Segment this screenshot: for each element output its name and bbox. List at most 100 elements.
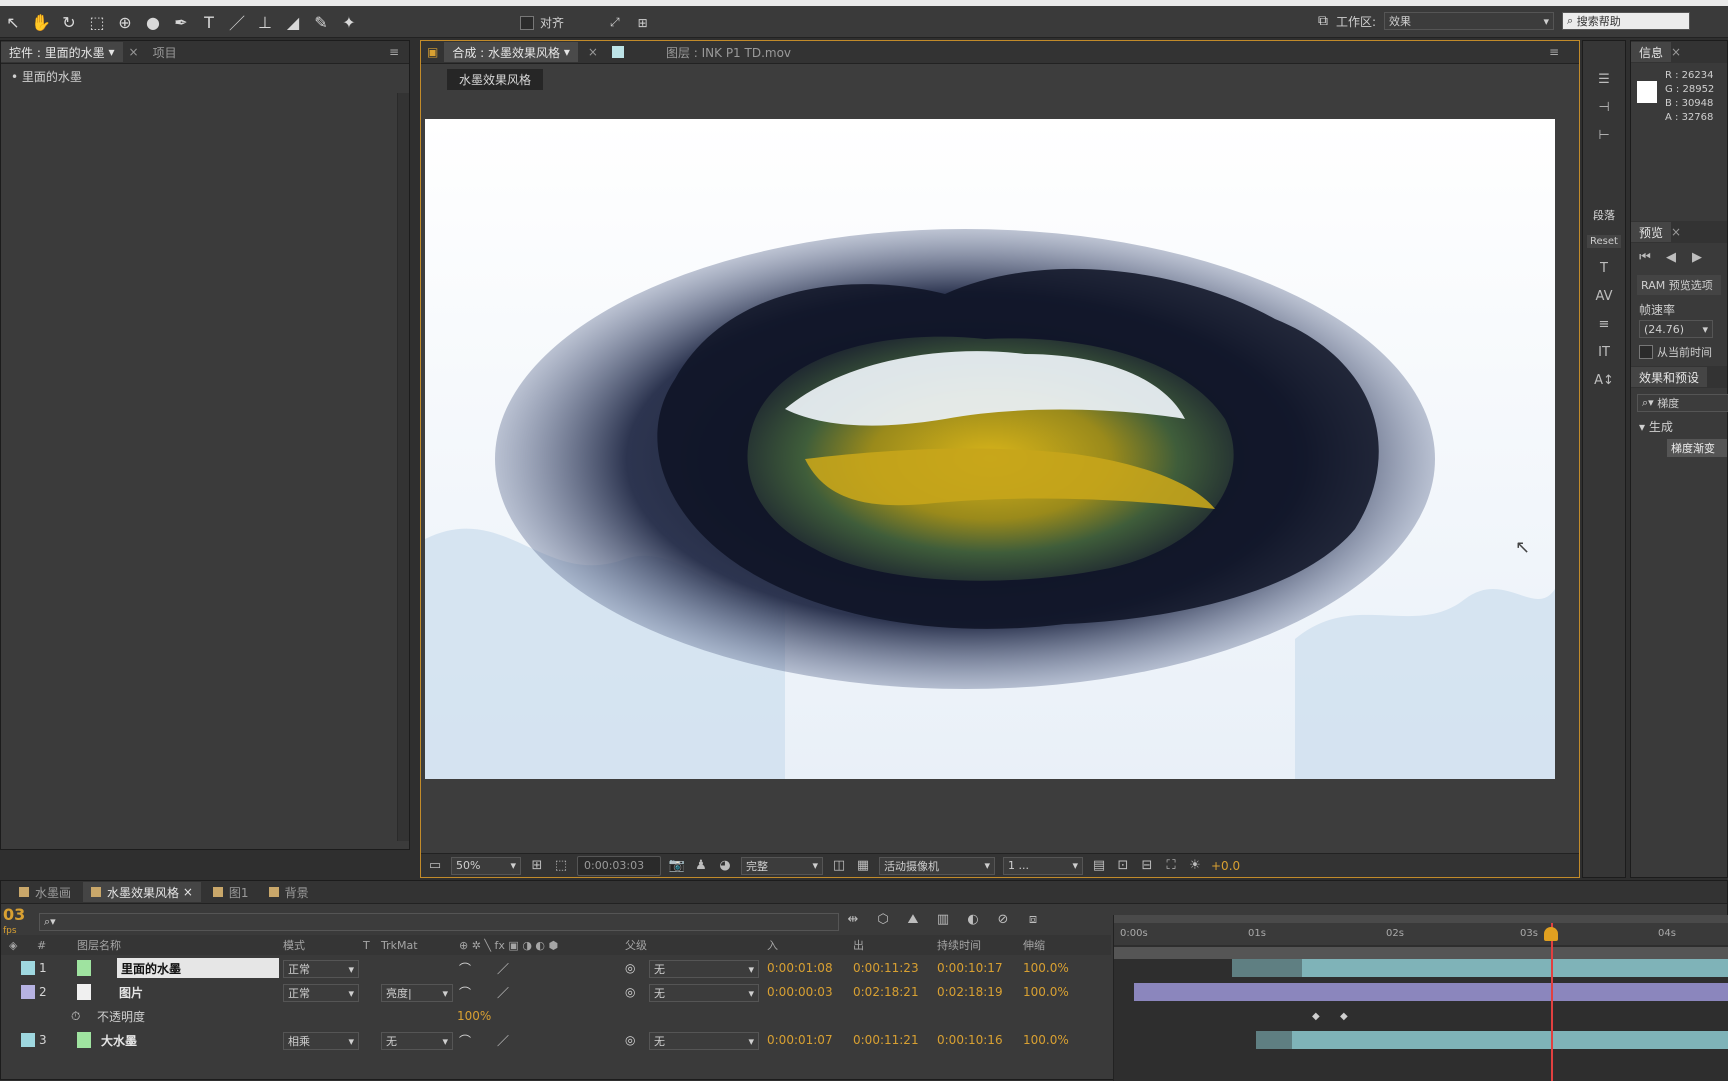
- layer-mode-select[interactable]: 正常 ▾: [283, 984, 359, 1002]
- views-select[interactable]: 1 ... ▾: [1003, 856, 1083, 875]
- current-time-handle-icon[interactable]: [1544, 927, 1558, 941]
- reset-button[interactable]: Reset: [1587, 235, 1621, 248]
- composition-mini-flowchart-icon[interactable]: ⇹: [845, 911, 861, 927]
- layer-stretch[interactable]: 100.0%: [1023, 957, 1069, 979]
- pan-behind-tool-icon[interactable]: ⊕: [114, 11, 136, 33]
- safe-zones-icon[interactable]: ⊞: [529, 858, 545, 874]
- comp-name-badge[interactable]: 水墨效果风格: [447, 69, 544, 90]
- exposure-value[interactable]: +0.0: [1211, 859, 1240, 873]
- layer-name[interactable]: 大水墨: [101, 1029, 137, 1051]
- exposure-icon[interactable]: ☀: [1187, 858, 1203, 874]
- snap-align-icon[interactable]: ⤢: [610, 15, 620, 30]
- workspace-select[interactable]: 效果 ▾: [1384, 12, 1555, 30]
- tab-effect-controls[interactable]: 控件 : 里面的水墨 ▾: [1, 42, 123, 62]
- ram-preview-options[interactable]: RAM 预览选项: [1637, 275, 1721, 295]
- work-area-bar[interactable]: [1114, 947, 1728, 959]
- tab-project[interactable]: 项目: [145, 42, 185, 62]
- parent-select[interactable]: 无 ▾: [649, 1032, 759, 1050]
- parent-select[interactable]: 无 ▾: [649, 984, 759, 1002]
- trkmat-select[interactable]: 无 ▾: [381, 1032, 453, 1050]
- tab-info[interactable]: 信息: [1631, 42, 1672, 62]
- snap-grid-icon[interactable]: ⊞: [638, 16, 648, 30]
- distribute-icon[interactable]: ⊣: [1596, 99, 1612, 115]
- close-icon[interactable]: ×: [129, 45, 139, 59]
- transparency-grid-icon[interactable]: ▦: [855, 858, 871, 874]
- snap-checkbox[interactable]: [520, 15, 534, 30]
- layer-row-1[interactable]: 1 里面的水墨 正常 ▾ ⌒ ／ ◎ 无 ▾ 0:00:01:08 0:00:11:…: [1, 957, 1111, 979]
- current-time-indicator[interactable]: [1551, 923, 1553, 1081]
- layer-in[interactable]: 0:00:00:03: [767, 981, 833, 1003]
- prev-frame-icon[interactable]: ◀: [1663, 249, 1679, 265]
- color-channels-icon[interactable]: ◕: [717, 858, 733, 874]
- parent-select[interactable]: 无 ▾: [649, 960, 759, 978]
- close-icon[interactable]: ×: [588, 45, 598, 59]
- layer-bar-2[interactable]: [1134, 983, 1728, 1001]
- effect-item-gradient-ramp[interactable]: 梯度渐变: [1667, 439, 1727, 457]
- switch-shy-icon[interactable]: ⌒: [459, 1029, 471, 1051]
- line-spacing-icon[interactable]: ≡: [1596, 316, 1612, 332]
- hand-tool-icon[interactable]: ✋: [30, 11, 52, 33]
- switch-quality-icon[interactable]: ／: [497, 957, 509, 979]
- text-size-icon[interactable]: T: [1596, 260, 1612, 276]
- layer-bar-3[interactable]: [1256, 1031, 1728, 1049]
- layer-stretch[interactable]: 100.0%: [1023, 981, 1069, 1003]
- layer-row-2[interactable]: 2 图片 正常 ▾ 亮度| ▾ ⌒ ／ ◎ 无 ▾ 0:00:00:03 0:02:1…: [1, 981, 1111, 1003]
- zoom-select[interactable]: 50% ▾: [451, 856, 521, 875]
- show-snapshot-icon[interactable]: ♟: [693, 858, 709, 874]
- switch-shy-icon[interactable]: ⌒: [459, 981, 471, 1003]
- time-graph[interactable]: 0:00s 01s 02s 03s 04s ◆ ◆: [1113, 915, 1728, 1081]
- tab-timeline-1[interactable]: 水墨效果风格 ×: [83, 882, 201, 902]
- search-help-field[interactable]: ⌕ 搜索帮助: [1562, 12, 1691, 30]
- draft-3d-icon[interactable]: ⬡: [875, 911, 891, 927]
- tab-timeline-2[interactable]: 图1: [205, 882, 257, 902]
- toggle-pixel-aspect-icon[interactable]: ▤: [1091, 858, 1107, 874]
- layer-name[interactable]: 图片: [119, 981, 143, 1003]
- layer-stretch[interactable]: 100.0%: [1023, 1029, 1069, 1051]
- paragraph-label[interactable]: 段落: [1593, 207, 1615, 223]
- layer-out[interactable]: 0:02:18:21: [853, 981, 919, 1003]
- switch-quality-icon[interactable]: ／: [497, 1029, 509, 1051]
- tab-effects-presets[interactable]: 效果和预设: [1631, 367, 1708, 387]
- effect-controls-scrollbar[interactable]: [397, 93, 409, 841]
- from-current-time-checkbox[interactable]: [1639, 345, 1653, 359]
- close-icon[interactable]: ×: [1671, 225, 1681, 239]
- timeline-search-field[interactable]: ⌕▾: [39, 913, 839, 931]
- generate-group[interactable]: ▾ 生成: [1639, 418, 1719, 435]
- mask-visibility-icon[interactable]: ⬚: [553, 858, 569, 874]
- camera-select[interactable]: 活动摄像机 ▾: [879, 856, 995, 875]
- parent-pickwhip-icon[interactable]: ◎: [625, 957, 635, 979]
- keyframe-diamond-2[interactable]: ◆: [1340, 1011, 1348, 1022]
- layer-row-3[interactable]: 3 大水墨 相乘 ▾ 无 ▾ ⌒ ／ ◎ 无 ▾ 0:00:01:07 0:00:11…: [1, 1029, 1111, 1051]
- pen-tool-icon[interactable]: ✒: [170, 11, 192, 33]
- switch-quality-icon[interactable]: ／: [497, 981, 509, 1003]
- shy-layers-icon[interactable]: ⛰: [905, 911, 921, 927]
- layer-label-color[interactable]: [21, 1033, 35, 1047]
- roto-brush-tool-icon[interactable]: ✎: [310, 11, 332, 33]
- layer-duration[interactable]: 0:00:10:16: [937, 1029, 1003, 1051]
- motion-blur-icon[interactable]: ◐: [965, 911, 981, 927]
- play-icon[interactable]: ▶: [1689, 249, 1705, 265]
- text-tool-icon[interactable]: T: [198, 11, 220, 33]
- eraser-tool-icon[interactable]: ◢: [282, 11, 304, 33]
- layer-in[interactable]: 0:00:01:08: [767, 957, 833, 979]
- panel-menu-icon[interactable]: ≡: [1549, 45, 1559, 59]
- distribute-icon-2[interactable]: ⊢: [1596, 127, 1612, 143]
- lock-icon[interactable]: ▣: [427, 45, 438, 59]
- close-icon[interactable]: ×: [183, 885, 193, 899]
- timeline-icon[interactable]: ⊟: [1139, 858, 1155, 874]
- frame-blending-icon[interactable]: ▥: [935, 911, 951, 927]
- layer-out[interactable]: 0:00:11:23: [853, 957, 919, 979]
- layer-mode-select[interactable]: 相乘 ▾: [283, 1032, 359, 1050]
- vertical-scale-icon[interactable]: IT: [1596, 344, 1612, 360]
- layer-mode-select[interactable]: 正常 ▾: [283, 960, 359, 978]
- tab-layer[interactable]: 图层 : INK P1 TD.mov: [658, 42, 799, 62]
- switch-shy-icon[interactable]: ⌒: [459, 957, 471, 979]
- opacity-value[interactable]: 100%: [457, 1005, 491, 1027]
- align-panel-icon[interactable]: ☰: [1596, 71, 1612, 87]
- trkmat-select[interactable]: 亮度| ▾: [381, 984, 453, 1002]
- camera-tool-icon[interactable]: ⬚: [86, 11, 108, 33]
- opacity-property-row[interactable]: ⏱ 不透明度 100%: [1, 1005, 1111, 1027]
- puppet-tool-icon[interactable]: ✦: [338, 11, 360, 33]
- workspace-toggle-icon[interactable]: ⧉: [1318, 13, 1328, 29]
- region-of-interest-icon[interactable]: ◫: [831, 858, 847, 874]
